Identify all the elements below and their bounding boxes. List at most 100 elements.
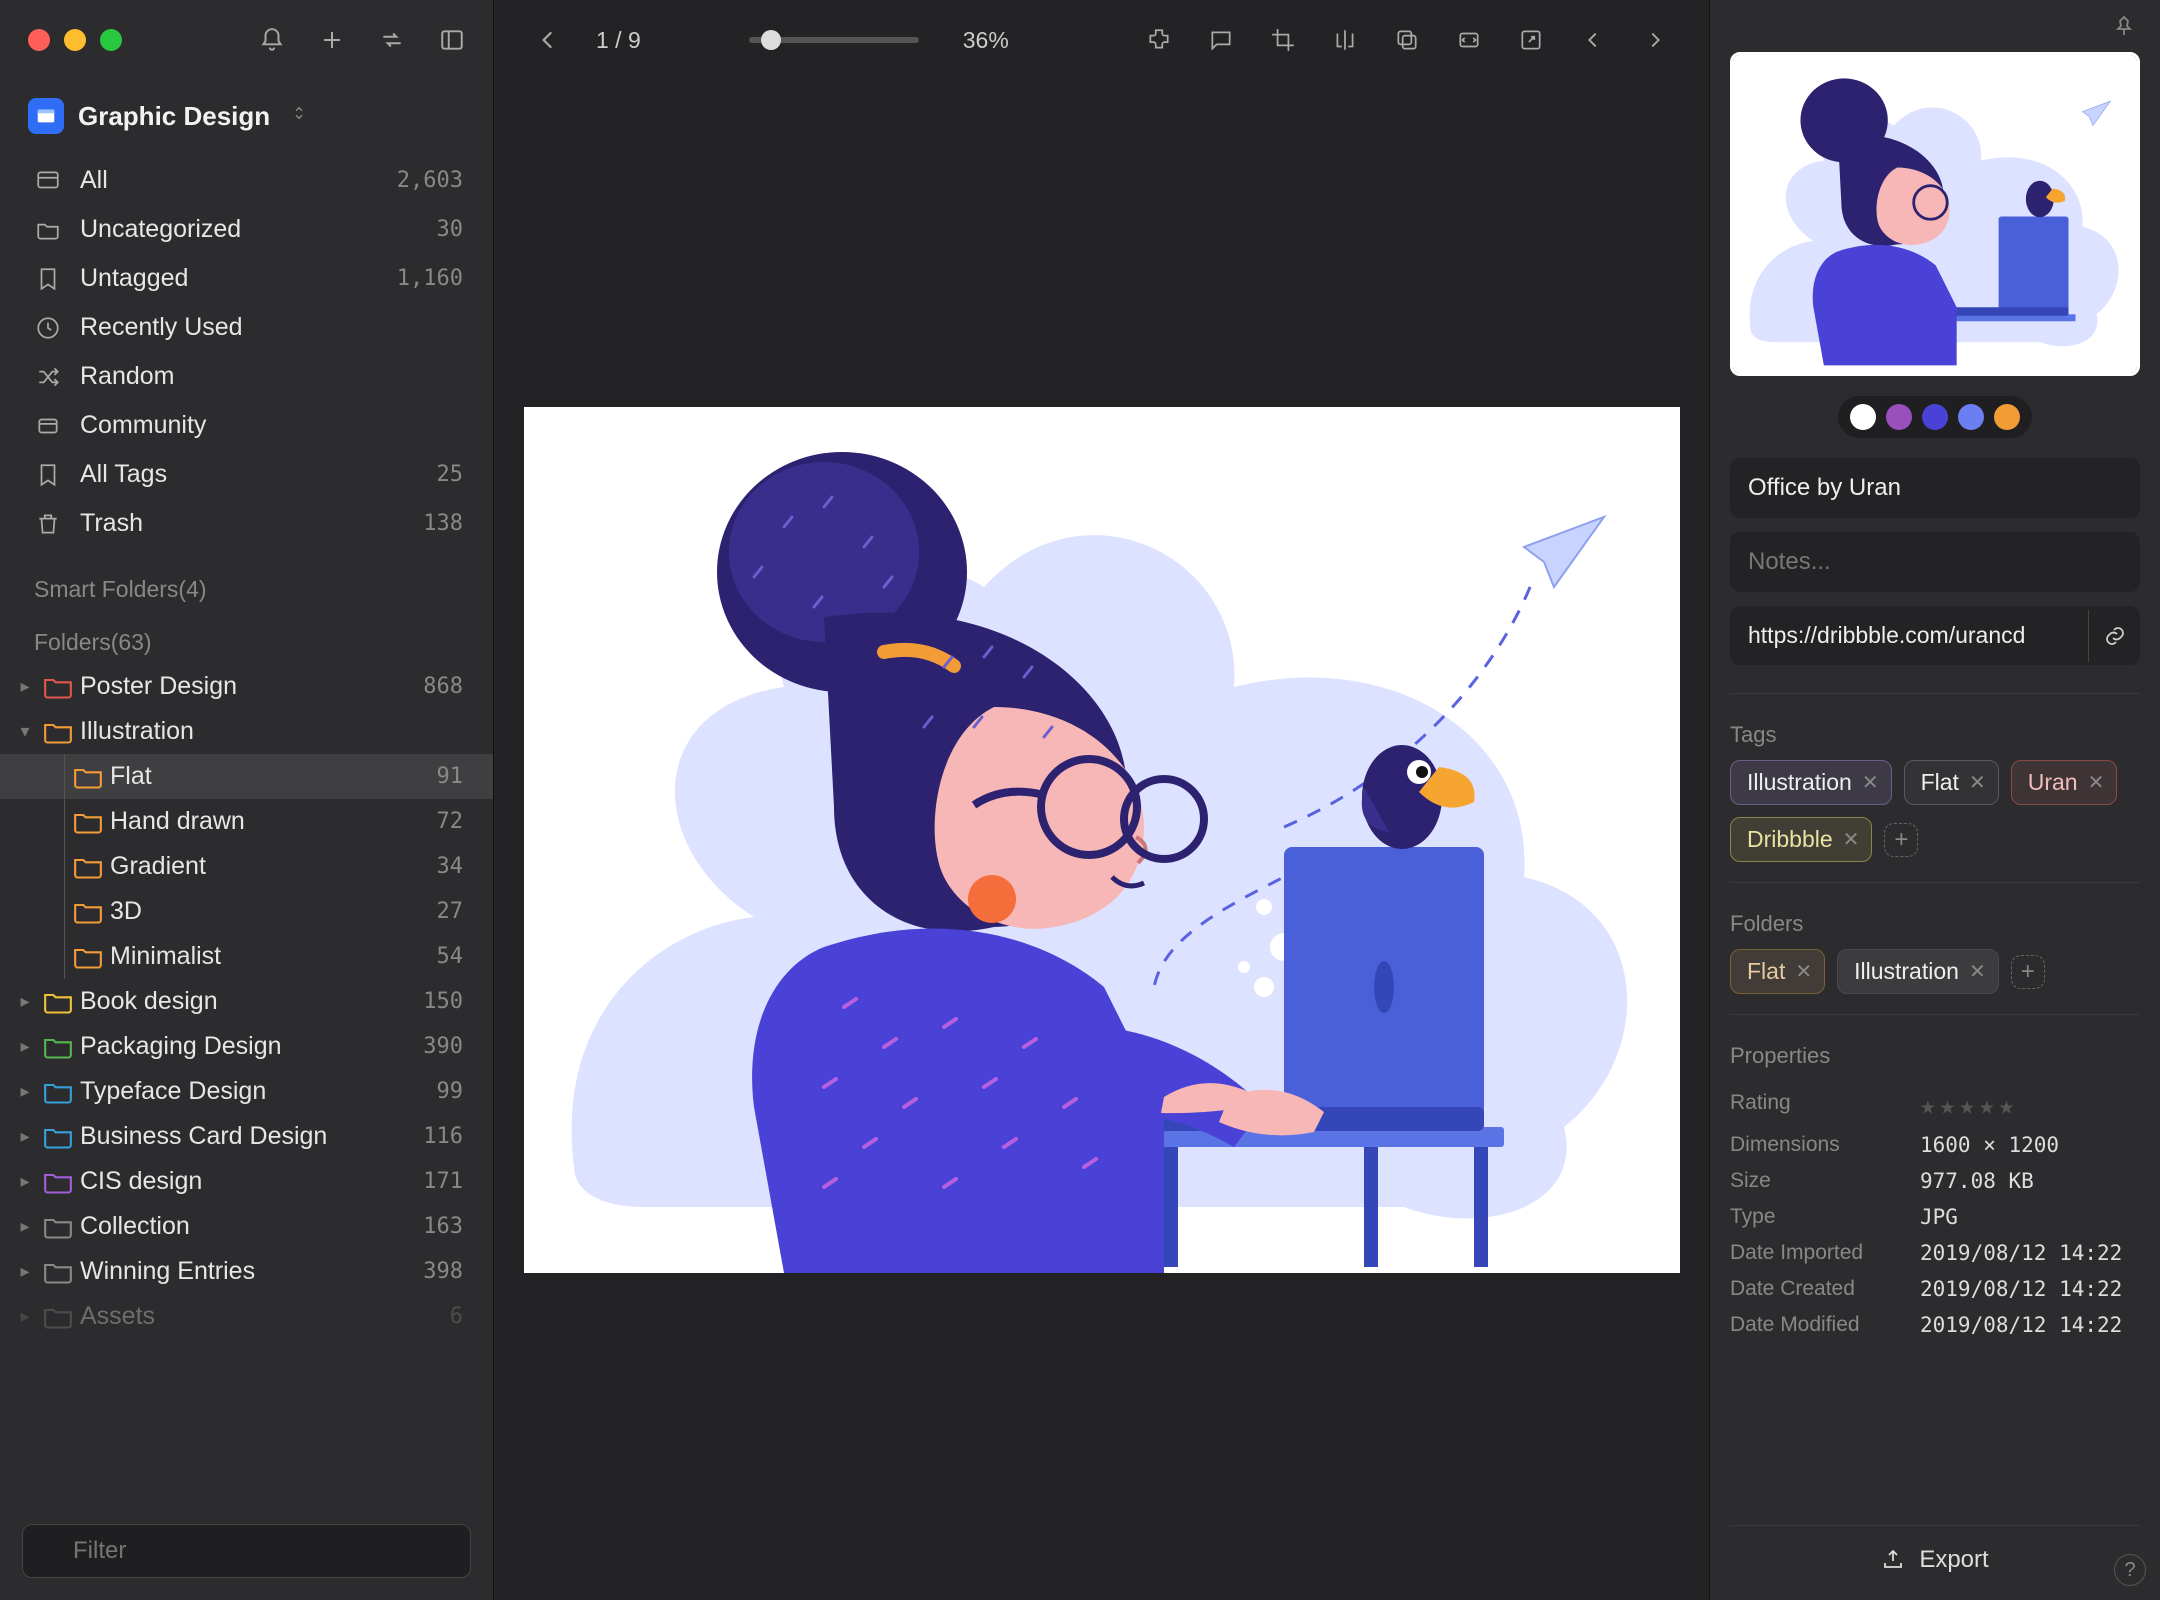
folder-row[interactable]: ▸ Collection 163 bbox=[0, 1204, 493, 1249]
disclosure-icon[interactable]: ▸ bbox=[14, 1306, 36, 1328]
title-input[interactable] bbox=[1730, 458, 2140, 518]
folder-chip[interactable]: Illustration✕ bbox=[1837, 949, 1999, 994]
toggle-sidebar-icon[interactable] bbox=[439, 27, 465, 53]
back-icon[interactable] bbox=[534, 26, 562, 54]
url-input[interactable] bbox=[1730, 606, 2088, 665]
notes-input[interactable] bbox=[1730, 532, 2140, 592]
prev-image-icon[interactable] bbox=[1579, 26, 1607, 54]
folder-label: Illustration bbox=[80, 717, 455, 746]
copy-icon[interactable] bbox=[1393, 26, 1421, 54]
folder-row[interactable]: ▸ Poster Design 868 bbox=[0, 664, 493, 709]
folder-label: Packaging Design bbox=[80, 1032, 415, 1061]
remove-folder-icon[interactable]: ✕ bbox=[1969, 959, 1986, 984]
notifications-icon[interactable] bbox=[259, 27, 285, 53]
extension-icon[interactable] bbox=[1145, 26, 1173, 54]
folder-row[interactable]: ▸ Book design 150 bbox=[0, 979, 493, 1024]
folder-row[interactable]: ▸ CIS design 171 bbox=[0, 1159, 493, 1204]
disclosure-icon[interactable]: ▸ bbox=[14, 1261, 36, 1283]
disclosure-icon[interactable]: ▸ bbox=[14, 1036, 36, 1058]
property-row: Date Created2019/08/12 14:22 bbox=[1730, 1271, 2140, 1307]
nav-item-all[interactable]: All 2,603 bbox=[0, 156, 493, 205]
nav-item-random[interactable]: Random bbox=[0, 352, 493, 401]
nav-item-alltags[interactable]: All Tags 25 bbox=[0, 450, 493, 499]
nav-label: All Tags bbox=[80, 460, 419, 489]
library-switcher[interactable]: Graphic Design bbox=[0, 80, 493, 152]
property-row: TypeJPG bbox=[1730, 1199, 2140, 1235]
maximize-window-icon[interactable] bbox=[100, 29, 122, 51]
disclosure-icon[interactable]: ▸ bbox=[14, 1126, 36, 1148]
folder-row[interactable]: Flat 91 bbox=[0, 754, 493, 799]
add-tag-button[interactable]: + bbox=[1884, 823, 1918, 857]
open-external-icon[interactable] bbox=[1517, 26, 1545, 54]
add-icon[interactable] bbox=[319, 27, 345, 53]
minimize-window-icon[interactable] bbox=[64, 29, 86, 51]
flip-horizontal-icon[interactable] bbox=[1331, 26, 1359, 54]
remove-tag-icon[interactable]: ✕ bbox=[2088, 770, 2105, 795]
color-swatch[interactable] bbox=[1994, 404, 2020, 430]
folder-count: 27 bbox=[437, 899, 464, 924]
folder-row[interactable]: ▸ Typeface Design 99 bbox=[0, 1069, 493, 1114]
next-image-icon[interactable] bbox=[1641, 26, 1669, 54]
folder-count: 390 bbox=[423, 1034, 463, 1059]
tag-chip[interactable]: Uran✕ bbox=[2011, 760, 2118, 805]
folder-count: 116 bbox=[423, 1124, 463, 1149]
folder-row[interactable]: ▸ Business Card Design 116 bbox=[0, 1114, 493, 1159]
folder-chip[interactable]: Flat✕ bbox=[1730, 949, 1825, 994]
remove-tag-icon[interactable]: ✕ bbox=[1843, 827, 1860, 852]
help-icon[interactable]: ? bbox=[2114, 1554, 2146, 1586]
property-value: 2019/08/12 14:22 bbox=[1920, 1241, 2140, 1265]
tag-chip[interactable]: Flat✕ bbox=[1904, 760, 1999, 805]
disclosure-icon[interactable]: ▾ bbox=[14, 721, 36, 743]
remove-folder-icon[interactable]: ✕ bbox=[1795, 959, 1812, 984]
close-window-icon[interactable] bbox=[28, 29, 50, 51]
disclosure-icon[interactable]: ▸ bbox=[14, 676, 36, 698]
remove-tag-icon[interactable]: ✕ bbox=[1862, 770, 1879, 795]
color-swatch[interactable] bbox=[1850, 404, 1876, 430]
crop-icon[interactable] bbox=[1269, 26, 1297, 54]
disclosure-icon[interactable]: ▸ bbox=[14, 1081, 36, 1103]
nav-item-community[interactable]: Community bbox=[0, 401, 493, 450]
remove-tag-icon[interactable]: ✕ bbox=[1969, 770, 1986, 795]
rating-stars[interactable]: ★★★★★ bbox=[1920, 1091, 2018, 1121]
zoom-slider[interactable] bbox=[749, 37, 919, 43]
folder-row[interactable]: ▸ Winning Entries 398 bbox=[0, 1249, 493, 1294]
folder-row[interactable]: Hand drawn 72 bbox=[0, 799, 493, 844]
folder-row[interactable]: ▸ Assets 6 bbox=[0, 1294, 493, 1339]
nav-item-uncategorized[interactable]: Uncategorized 30 bbox=[0, 205, 493, 254]
color-swatch[interactable] bbox=[1958, 404, 1984, 430]
untagged-icon bbox=[34, 265, 62, 293]
nav-label: Uncategorized bbox=[80, 215, 419, 244]
folder-row[interactable]: ▸ Packaging Design 390 bbox=[0, 1024, 493, 1069]
canvas-area[interactable] bbox=[494, 80, 1709, 1600]
add-folder-button[interactable]: + bbox=[2011, 955, 2045, 989]
folder-label: Gradient bbox=[110, 852, 429, 881]
open-link-icon[interactable] bbox=[2088, 610, 2140, 662]
disclosure-icon[interactable]: ▸ bbox=[14, 1216, 36, 1238]
nav-section: All 2,603 Uncategorized 30 Untagged 1,16… bbox=[0, 152, 493, 558]
disclosure-icon[interactable]: ▸ bbox=[14, 991, 36, 1013]
folder-label: Winning Entries bbox=[80, 1257, 415, 1286]
nav-item-trash[interactable]: Trash 138 bbox=[0, 499, 493, 548]
annotate-icon[interactable] bbox=[1207, 26, 1235, 54]
nav-item-untagged[interactable]: Untagged 1,160 bbox=[0, 254, 493, 303]
all-icon bbox=[34, 167, 62, 195]
tag-chip[interactable]: Illustration✕ bbox=[1730, 760, 1892, 805]
zoom-slider-thumb[interactable] bbox=[761, 30, 781, 50]
folder-row[interactable]: 3D 27 bbox=[0, 889, 493, 934]
dimensions-icon[interactable] bbox=[1455, 26, 1483, 54]
sync-icon[interactable] bbox=[379, 27, 405, 53]
filter-input[interactable] bbox=[22, 1524, 471, 1578]
folder-icon bbox=[44, 1080, 72, 1104]
nav-item-recent[interactable]: Recently Used bbox=[0, 303, 493, 352]
folder-row[interactable]: Gradient 34 bbox=[0, 844, 493, 889]
folder-row[interactable]: Minimalist 54 bbox=[0, 934, 493, 979]
pin-icon[interactable] bbox=[2112, 14, 2140, 42]
folder-row[interactable]: ▾ Illustration bbox=[0, 709, 493, 754]
window-titlebar bbox=[0, 0, 493, 80]
color-swatch[interactable] bbox=[1886, 404, 1912, 430]
tag-chip[interactable]: Dribbble✕ bbox=[1730, 817, 1872, 862]
export-button[interactable]: Export bbox=[1730, 1525, 2140, 1600]
color-swatch[interactable] bbox=[1922, 404, 1948, 430]
disclosure-icon[interactable]: ▸ bbox=[14, 1171, 36, 1193]
folder-label: Poster Design bbox=[80, 672, 415, 701]
